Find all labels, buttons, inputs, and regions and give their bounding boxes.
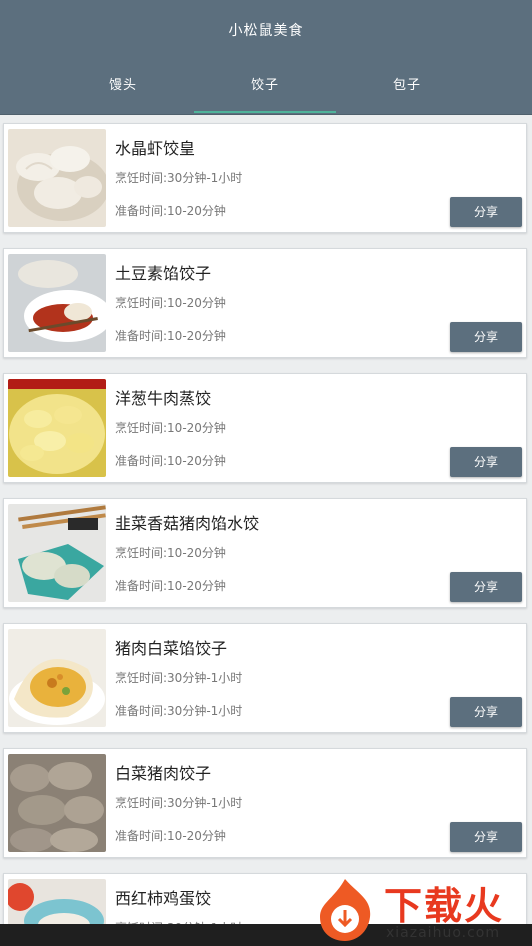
recipe-thumbnail (8, 754, 106, 852)
recipe-thumbnail (8, 629, 106, 727)
recipe-card[interactable]: 韭菜香菇猪肉馅水饺 烹饪时间:10-20分钟 准备时间:10-20分钟 分享 (3, 498, 527, 608)
prep-time: 准备时间:10-20分钟 (115, 329, 226, 343)
recipe-thumbnail (8, 254, 106, 352)
recipe-thumbnail (8, 129, 106, 227)
cook-time: 烹饪时间:30分钟-1小时 (115, 796, 243, 810)
app-header: 小松鼠美食 馒头 饺子 包子 (0, 0, 532, 115)
recipe-card[interactable]: 猪肉白菜馅饺子 烹饪时间:30分钟-1小时 准备时间:30分钟-1小时 分享 (3, 623, 527, 733)
tab-label: 饺子 (250, 78, 279, 93)
prep-time: 准备时间:10-20分钟 (115, 579, 226, 593)
recipe-name: 韭菜香菇猪肉馅水饺 (115, 514, 260, 533)
app: 小松鼠美食 馒头 饺子 包子 水晶虾饺皇 烹饪时间:30分钟-1小时 准备时间:… (0, 0, 532, 946)
tab-baozi[interactable]: 包子 (336, 70, 478, 115)
prep-time: 准备时间:10-20分钟 (115, 454, 226, 468)
share-button[interactable]: 分享 (450, 197, 522, 227)
recipe-thumbnail (8, 379, 106, 477)
share-button[interactable]: 分享 (450, 572, 522, 602)
tab-indicator (336, 111, 478, 113)
share-button[interactable]: 分享 (450, 697, 522, 727)
recipe-card[interactable]: 白菜猪肉饺子 烹饪时间:30分钟-1小时 准备时间:10-20分钟 分享 (3, 748, 527, 858)
watermark: 下载火 xiazaihuo.com (312, 875, 528, 945)
recipe-name: 白菜猪肉饺子 (115, 764, 212, 783)
cook-time: 烹饪时间:10-20分钟 (115, 421, 226, 435)
cook-time: 烹饪时间:10-20分钟 (115, 296, 226, 310)
recipe-card[interactable]: 土豆素馅饺子 烹饪时间:10-20分钟 准备时间:10-20分钟 分享 (3, 248, 527, 358)
share-button[interactable]: 分享 (450, 447, 522, 477)
recipe-name: 洋葱牛肉蒸饺 (115, 389, 212, 408)
tab-mantou[interactable]: 馒头 (52, 70, 194, 115)
recipe-name: 水晶虾饺皇 (115, 139, 196, 158)
app-title: 小松鼠美食 (228, 23, 304, 39)
watermark-text: 下载火 (384, 884, 505, 928)
prep-time: 准备时间:10-20分钟 (115, 204, 226, 218)
recipe-name: 西红柿鸡蛋饺 (115, 889, 212, 908)
tab-label: 包子 (392, 78, 421, 93)
cook-time: 烹饪时间:10-20分钟 (115, 546, 226, 560)
tab-bar: 馒头 饺子 包子 (0, 70, 532, 115)
share-button[interactable]: 分享 (450, 822, 522, 852)
tab-label: 馒头 (108, 78, 137, 93)
tab-indicator (52, 111, 194, 113)
recipe-name: 猪肉白菜馅饺子 (115, 639, 228, 658)
prep-time: 准备时间:10-20分钟 (115, 829, 226, 843)
recipe-card[interactable]: 洋葱牛肉蒸饺 烹饪时间:10-20分钟 准备时间:10-20分钟 分享 (3, 373, 527, 483)
tab-indicator-active (194, 111, 336, 113)
recipe-card[interactable]: 水晶虾饺皇 烹饪时间:30分钟-1小时 准备时间:10-20分钟 分享 (3, 123, 527, 233)
cook-time: 烹饪时间:30分钟-1小时 (115, 671, 243, 685)
recipe-thumbnail (8, 504, 106, 602)
watermark-logo-icon (320, 879, 371, 941)
tab-jiaozi[interactable]: 饺子 (194, 70, 336, 115)
cook-time: 烹饪时间:30分钟-1小时 (115, 171, 243, 185)
share-button[interactable]: 分享 (450, 322, 522, 352)
recipe-name: 土豆素馅饺子 (115, 264, 212, 283)
prep-time: 准备时间:30分钟-1小时 (115, 704, 243, 718)
watermark-url: xiazaihuo.com (386, 925, 500, 941)
